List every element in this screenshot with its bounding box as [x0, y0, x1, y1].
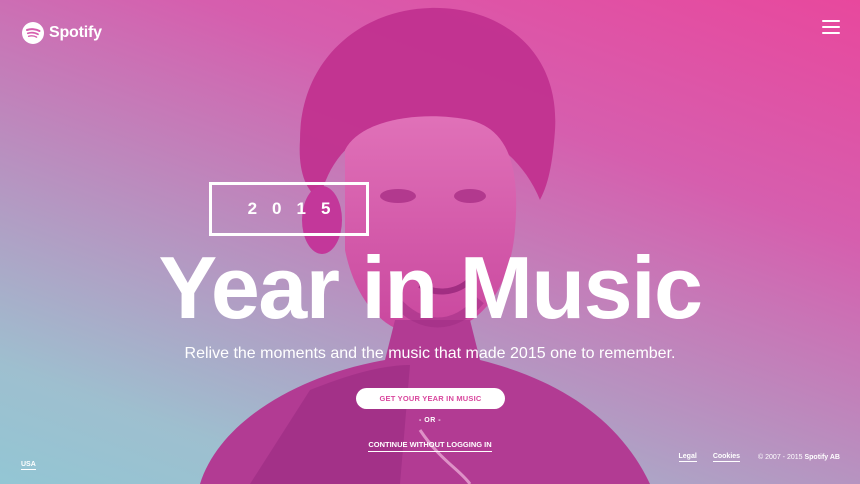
hamburger-menu-icon[interactable]: [822, 20, 840, 36]
cookies-link[interactable]: Cookies: [712, 453, 741, 462]
footer-region: USA: [21, 453, 36, 471]
brand-wordmark: Spotify: [49, 24, 102, 41]
year-badge: 2015: [209, 182, 369, 236]
region-selector-link[interactable]: USA: [21, 461, 36, 470]
copyright-company: Spotify AB: [804, 454, 840, 461]
copyright-years: © 2007 - 2015: [758, 454, 803, 461]
get-your-year-button[interactable]: GET YOUR YEAR IN MUSIC: [356, 388, 505, 409]
spotify-logo[interactable]: Spotify: [22, 22, 102, 44]
or-divider: - OR -: [418, 417, 442, 424]
continue-without-login-link[interactable]: CONTINUE WITHOUT LOGGING IN: [368, 440, 492, 452]
footer-links: Legal Cookies © 2007 - 2015 Spotify AB: [678, 453, 840, 462]
spotify-logo-icon: [22, 22, 44, 44]
continue-container: CONTINUE WITHOUT LOGGING IN: [0, 434, 860, 452]
copyright-notice: © 2007 - 2015 Spotify AB: [758, 454, 840, 461]
legal-link[interactable]: Legal: [678, 453, 697, 462]
page-title: Year in Music: [158, 238, 703, 337]
page-subtitle: Relive the moments and the music that ma…: [184, 345, 676, 362]
